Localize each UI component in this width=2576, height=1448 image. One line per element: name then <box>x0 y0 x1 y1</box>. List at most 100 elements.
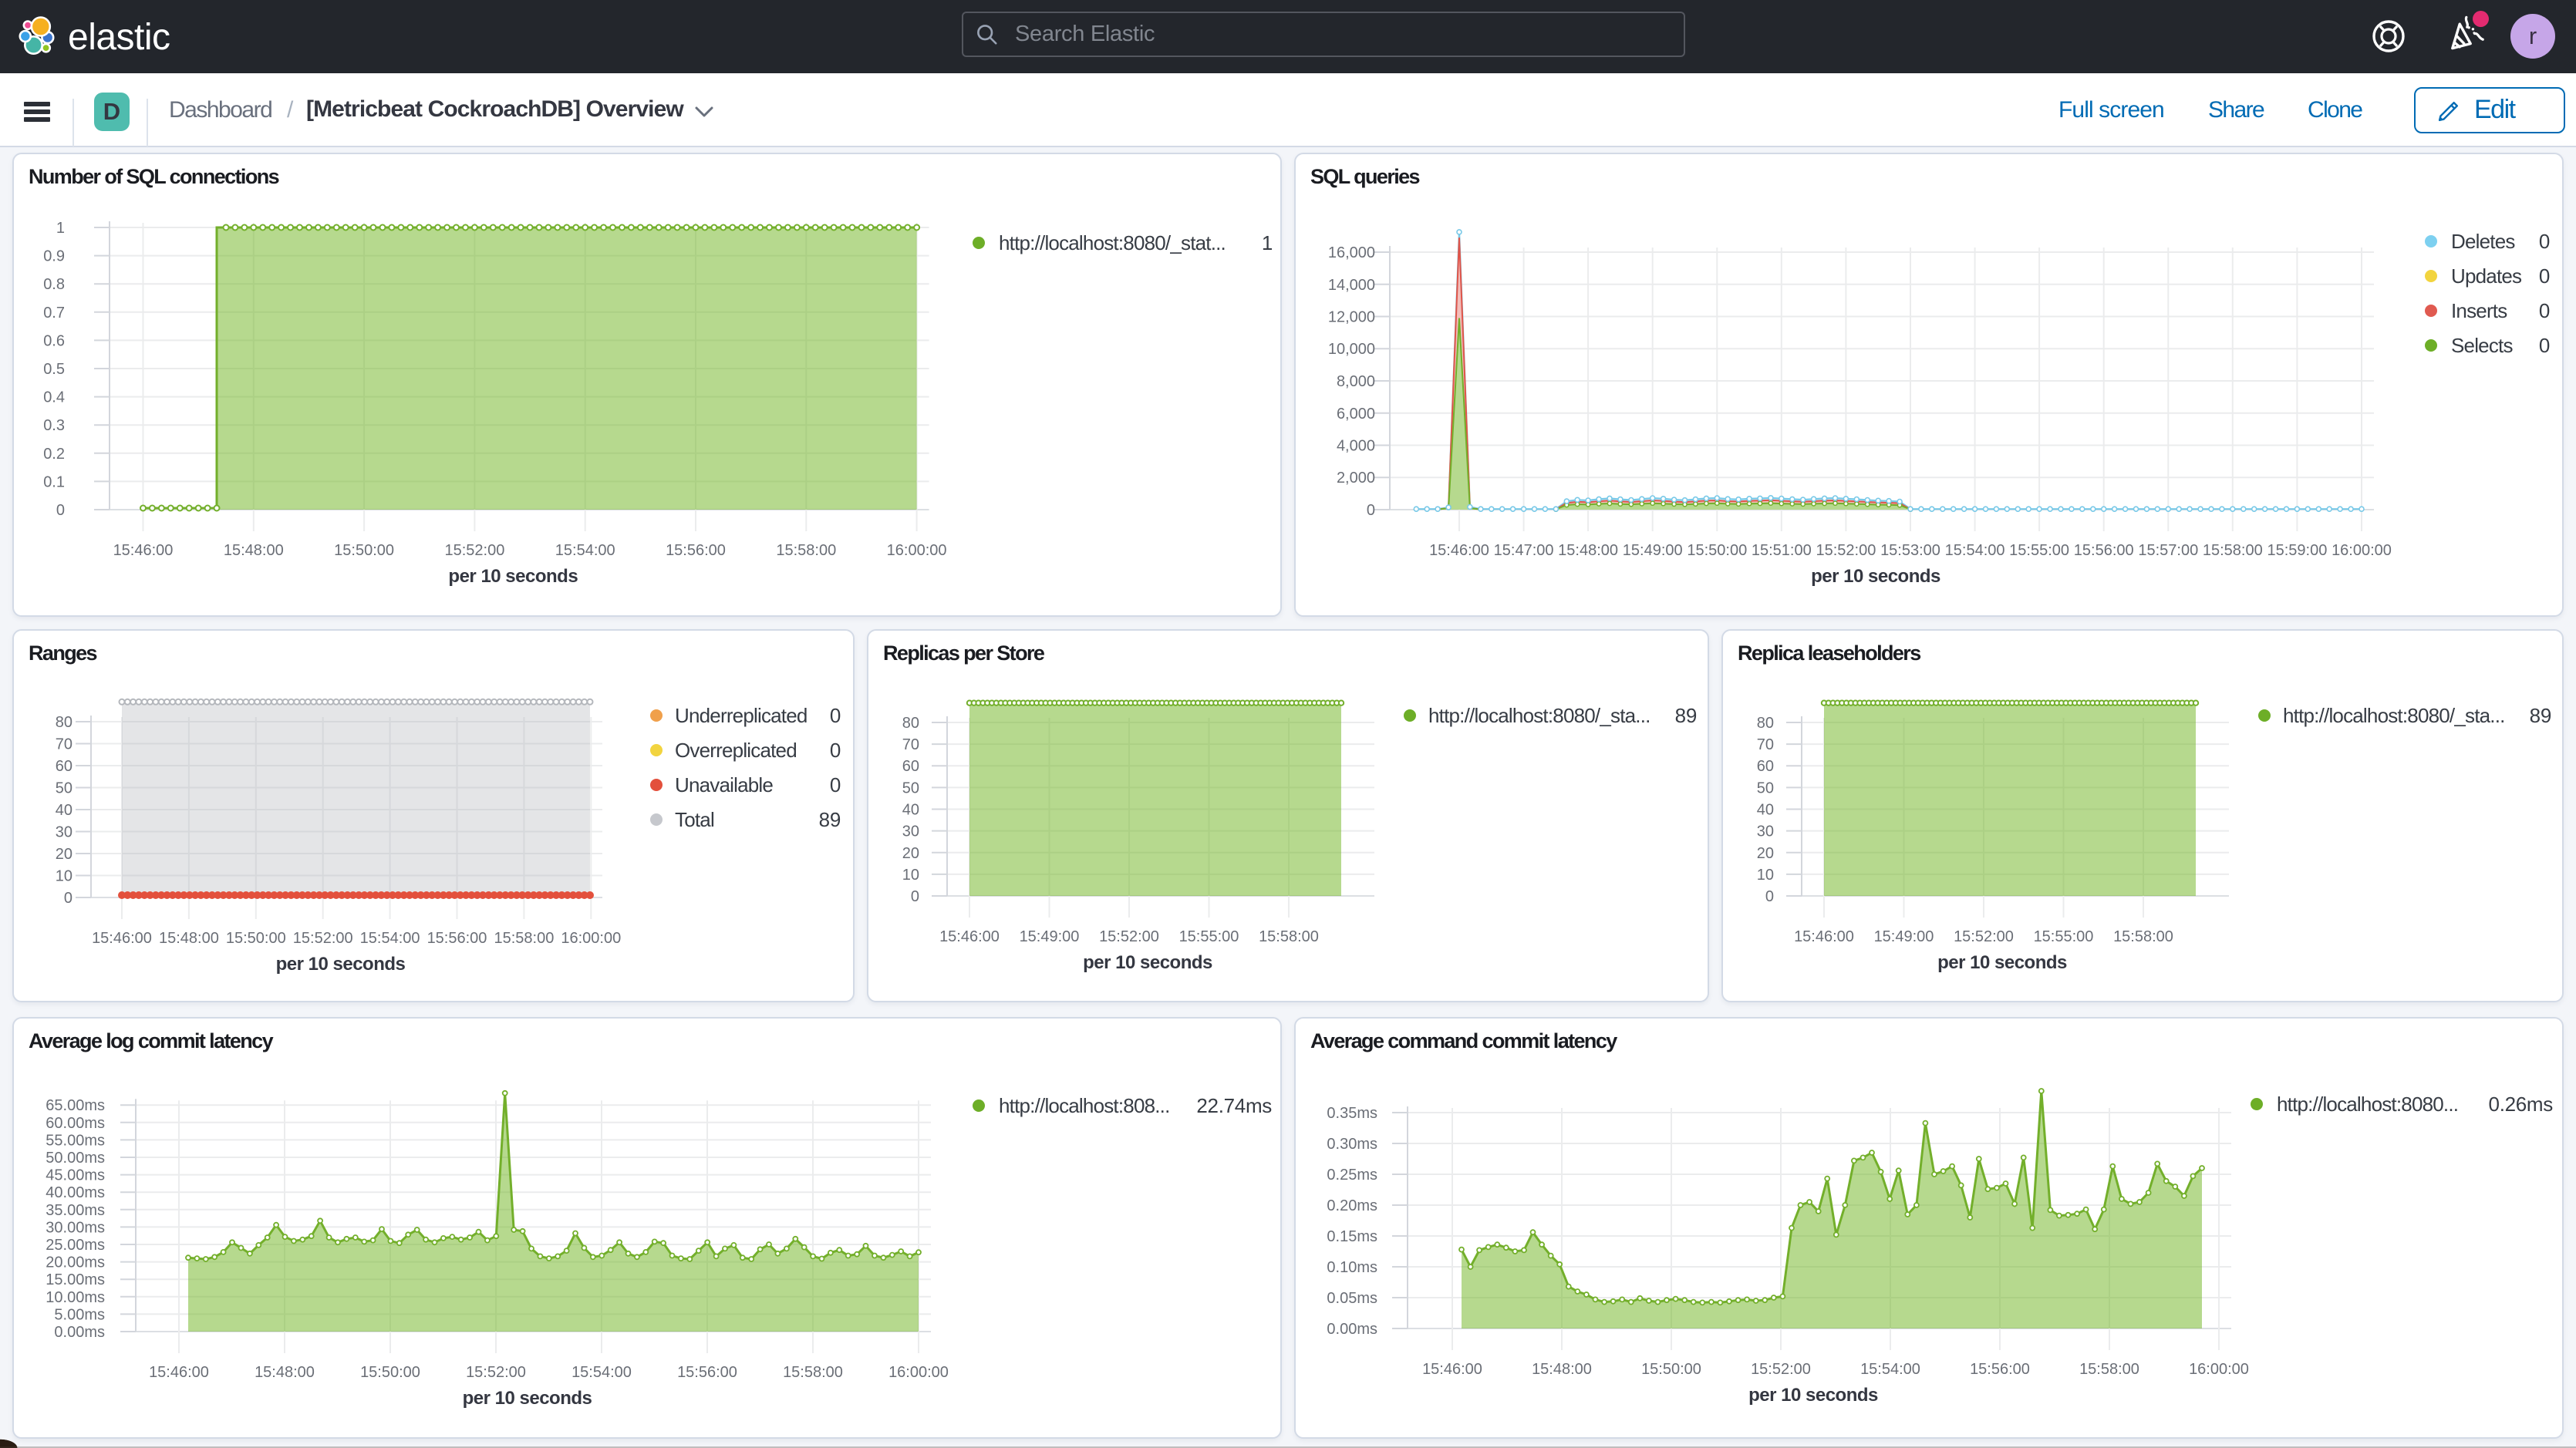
svg-text:15:47:00: 15:47:00 <box>1494 542 1554 559</box>
svg-text:15:52:00: 15:52:00 <box>1816 542 1876 559</box>
svg-text:15:48:00: 15:48:00 <box>255 1364 315 1381</box>
svg-text:60.00ms: 60.00ms <box>46 1115 105 1132</box>
svg-text:40.00ms: 40.00ms <box>46 1184 105 1201</box>
svg-text:Unavailable: Unavailable <box>675 773 773 796</box>
svg-text:40: 40 <box>1757 802 1774 819</box>
svg-text:1: 1 <box>1262 231 1273 254</box>
svg-text:15:52:00: 15:52:00 <box>466 1364 526 1381</box>
svg-text:20: 20 <box>56 846 72 863</box>
svg-text:0.26ms: 0.26ms <box>2489 1093 2554 1116</box>
svg-text:50.00ms: 50.00ms <box>46 1150 105 1167</box>
svg-text:40: 40 <box>56 802 72 819</box>
svg-text:15:48:00: 15:48:00 <box>224 542 284 559</box>
svg-text:20: 20 <box>1757 845 1774 862</box>
svg-text:15:54:00: 15:54:00 <box>1945 542 2005 559</box>
svg-text:45.00ms: 45.00ms <box>46 1167 105 1184</box>
svg-text:70: 70 <box>902 736 919 753</box>
svg-text:89: 89 <box>1675 704 1697 727</box>
svg-text:10: 10 <box>56 868 72 885</box>
svg-text:15:49:00: 15:49:00 <box>1874 928 1934 945</box>
svg-text:15:46:00: 15:46:00 <box>1422 1361 1482 1378</box>
svg-text:1: 1 <box>56 220 65 237</box>
svg-text:12,000: 12,000 <box>1328 309 1375 326</box>
svg-text:http://localhost:8080...: http://localhost:8080... <box>2277 1093 2458 1116</box>
svg-text:0.6: 0.6 <box>43 332 65 349</box>
svg-text:60: 60 <box>902 758 919 775</box>
svg-text:http://localhost:8080/_stat...: http://localhost:8080/_stat... <box>999 231 1226 254</box>
svg-text:0: 0 <box>2539 334 2550 357</box>
svg-text:0: 0 <box>64 890 72 907</box>
svg-text:15:46:00: 15:46:00 <box>149 1364 209 1381</box>
svg-text:0: 0 <box>911 888 919 905</box>
svg-text:15:49:00: 15:49:00 <box>1020 928 1080 945</box>
svg-text:15:50:00: 15:50:00 <box>1641 1361 1701 1378</box>
svg-text:15:52:00: 15:52:00 <box>1099 928 1159 945</box>
svg-text:15:56:00: 15:56:00 <box>2074 542 2134 559</box>
svg-text:0.15ms: 0.15ms <box>1327 1228 1377 1245</box>
svg-text:89: 89 <box>819 808 841 831</box>
svg-text:20.00ms: 20.00ms <box>46 1254 105 1271</box>
svg-text:16,000: 16,000 <box>1328 244 1375 261</box>
svg-text:15:56:00: 15:56:00 <box>677 1364 737 1381</box>
svg-text:per 10 seconds: per 10 seconds <box>463 1388 592 1409</box>
svg-text:15:48:00: 15:48:00 <box>1532 1361 1592 1378</box>
svg-text:15:50:00: 15:50:00 <box>1687 542 1747 559</box>
svg-text:10: 10 <box>1757 867 1774 884</box>
svg-text:15:52:00: 15:52:00 <box>1751 1361 1811 1378</box>
svg-text:0: 0 <box>830 704 841 727</box>
svg-text:15:49:00: 15:49:00 <box>1623 542 1683 559</box>
svg-text:50: 50 <box>902 780 919 796</box>
svg-text:0.30ms: 0.30ms <box>1327 1136 1377 1153</box>
svg-text:15:56:00: 15:56:00 <box>427 930 487 947</box>
svg-text:80: 80 <box>1757 715 1774 732</box>
svg-text:15:58:00: 15:58:00 <box>494 930 554 947</box>
svg-text:0.00ms: 0.00ms <box>54 1324 105 1341</box>
svg-text:15:50:00: 15:50:00 <box>334 542 394 559</box>
svg-text:30: 30 <box>56 824 72 841</box>
svg-text:70: 70 <box>56 736 72 753</box>
svg-text:15:54:00: 15:54:00 <box>555 542 615 559</box>
svg-text:0.2: 0.2 <box>43 446 65 463</box>
svg-text:per 10 seconds: per 10 seconds <box>1811 566 1940 587</box>
svg-text:15:56:00: 15:56:00 <box>1970 1361 2030 1378</box>
svg-text:15:50:00: 15:50:00 <box>360 1364 420 1381</box>
svg-text:Inserts: Inserts <box>2451 299 2507 322</box>
svg-text:55.00ms: 55.00ms <box>46 1132 105 1149</box>
svg-text:50: 50 <box>1757 780 1774 796</box>
svg-text:0: 0 <box>2539 230 2550 253</box>
svg-text:4,000: 4,000 <box>1337 438 1375 455</box>
svg-text:10.00ms: 10.00ms <box>46 1289 105 1306</box>
svg-text:0.35ms: 0.35ms <box>1327 1105 1377 1122</box>
svg-text:10,000: 10,000 <box>1328 341 1375 358</box>
svg-text:http://localhost:8080/_sta...: http://localhost:8080/_sta... <box>1428 704 1650 727</box>
svg-text:60: 60 <box>1757 758 1774 775</box>
svg-text:6,000: 6,000 <box>1337 406 1375 423</box>
svg-text:0.4: 0.4 <box>43 389 65 406</box>
svg-text:http://localhost:8080/_sta...: http://localhost:8080/_sta... <box>2283 704 2505 727</box>
svg-text:http://localhost:808...: http://localhost:808... <box>999 1094 1170 1117</box>
svg-text:30.00ms: 30.00ms <box>46 1219 105 1236</box>
svg-text:80: 80 <box>902 715 919 732</box>
svg-text:15:54:00: 15:54:00 <box>360 930 420 947</box>
svg-text:14,000: 14,000 <box>1328 277 1375 294</box>
svg-text:15:58:00: 15:58:00 <box>2113 928 2173 945</box>
svg-text:Updates: Updates <box>2451 264 2522 288</box>
svg-text:0.5: 0.5 <box>43 361 65 378</box>
svg-text:Overreplicated: Overreplicated <box>675 739 797 762</box>
svg-text:16:00:00: 16:00:00 <box>2332 542 2392 559</box>
svg-text:15:55:00: 15:55:00 <box>2009 542 2069 559</box>
svg-text:15:58:00: 15:58:00 <box>1259 928 1319 945</box>
svg-text:0: 0 <box>2539 264 2550 288</box>
svg-text:5.00ms: 5.00ms <box>54 1306 105 1323</box>
svg-text:0.1: 0.1 <box>43 473 65 490</box>
svg-text:per 10 seconds: per 10 seconds <box>1937 952 2067 973</box>
svg-text:Underreplicated: Underreplicated <box>675 704 808 727</box>
svg-text:22.74ms: 22.74ms <box>1196 1094 1272 1117</box>
svg-text:2,000: 2,000 <box>1337 470 1375 487</box>
svg-text:15:54:00: 15:54:00 <box>572 1364 632 1381</box>
svg-text:per 10 seconds: per 10 seconds <box>276 954 406 975</box>
svg-text:15:58:00: 15:58:00 <box>2203 542 2263 559</box>
svg-text:35.00ms: 35.00ms <box>46 1202 105 1219</box>
svg-text:8,000: 8,000 <box>1337 373 1375 390</box>
svg-text:15:56:00: 15:56:00 <box>666 542 726 559</box>
